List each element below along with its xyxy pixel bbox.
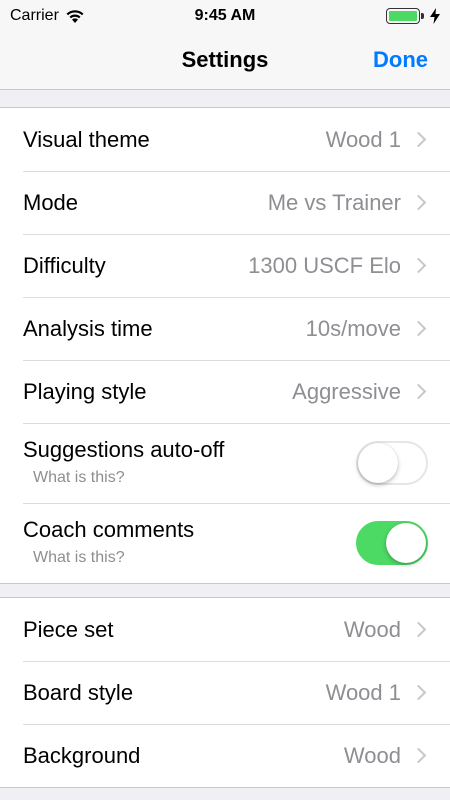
setting-label: Suggestions auto-off xyxy=(23,437,225,462)
setting-row-playing-style[interactable]: Playing style Aggressive xyxy=(0,360,450,423)
chevron-right-icon xyxy=(410,320,427,337)
battery-fill xyxy=(389,11,417,21)
setting-value: Me vs Trainer xyxy=(267,189,401,215)
setting-label: Playing style xyxy=(23,378,147,404)
setting-label: Piece set xyxy=(23,616,114,642)
setting-value: 1300 USCF Elo xyxy=(248,252,401,278)
setting-label: Mode xyxy=(23,189,79,215)
setting-row-suggestions-auto-off: Suggestions auto-off What is this? xyxy=(0,423,450,503)
setting-value: Aggressive xyxy=(292,378,401,404)
setting-row-mode[interactable]: Mode Me vs Trainer xyxy=(0,171,450,234)
what-is-this-link[interactable]: What is this? xyxy=(33,549,356,567)
setting-label: Coach comments xyxy=(23,517,195,542)
setting-label: Visual theme xyxy=(23,126,150,152)
setting-label: Board style xyxy=(23,679,134,705)
done-button[interactable]: Done xyxy=(373,32,428,90)
what-is-this-link[interactable]: What is this? xyxy=(33,469,356,487)
setting-row-visual-theme[interactable]: Visual theme Wood 1 xyxy=(0,108,450,171)
charging-bolt-icon xyxy=(430,8,440,24)
chevron-right-icon xyxy=(410,684,427,701)
setting-value: Wood 1 xyxy=(325,679,401,705)
status-bar: Carrier 9:45 AM xyxy=(0,0,450,32)
setting-value: Wood xyxy=(343,616,401,642)
chevron-right-icon xyxy=(410,131,427,148)
settings-group-game: Visual theme Wood 1 Mode Me vs Trainer D… xyxy=(0,107,450,584)
battery-icon xyxy=(386,8,424,24)
setting-label: Background xyxy=(23,742,141,768)
setting-text: Suggestions auto-off What is this? xyxy=(23,423,356,487)
chevron-right-icon xyxy=(410,194,427,211)
setting-text: Coach comments What is this? xyxy=(23,503,356,567)
setting-label: Analysis time xyxy=(23,315,153,341)
setting-row-piece-set[interactable]: Piece set Wood xyxy=(0,598,450,661)
setting-label: Difficulty xyxy=(23,252,106,278)
setting-row-coach-comments: Coach comments What is this? xyxy=(0,503,450,583)
setting-value: 10s/move xyxy=(305,315,401,341)
chevron-right-icon xyxy=(410,747,427,764)
setting-row-background[interactable]: Background Wood xyxy=(0,724,450,787)
setting-row-difficulty[interactable]: Difficulty 1300 USCF Elo xyxy=(0,234,450,297)
setting-row-board-style[interactable]: Board style Wood 1 xyxy=(0,661,450,724)
suggestions-auto-off-toggle[interactable] xyxy=(356,441,428,485)
wifi-icon xyxy=(66,10,84,23)
setting-value: Wood 1 xyxy=(325,126,401,152)
chevron-right-icon xyxy=(410,383,427,400)
coach-comments-toggle[interactable] xyxy=(356,521,428,565)
settings-group-appearance: Piece set Wood Board style Wood 1 Backgr… xyxy=(0,597,450,788)
carrier-label: Carrier xyxy=(10,7,59,24)
toggle-knob xyxy=(386,523,426,563)
chevron-right-icon xyxy=(410,257,427,274)
navigation-bar: Settings Done xyxy=(0,32,450,90)
status-right xyxy=(386,8,440,24)
status-left: Carrier xyxy=(10,7,85,25)
toggle-knob xyxy=(358,443,398,483)
setting-value: Wood xyxy=(343,742,401,768)
chevron-right-icon xyxy=(410,621,427,638)
setting-row-analysis-time[interactable]: Analysis time 10s/move xyxy=(0,297,450,360)
